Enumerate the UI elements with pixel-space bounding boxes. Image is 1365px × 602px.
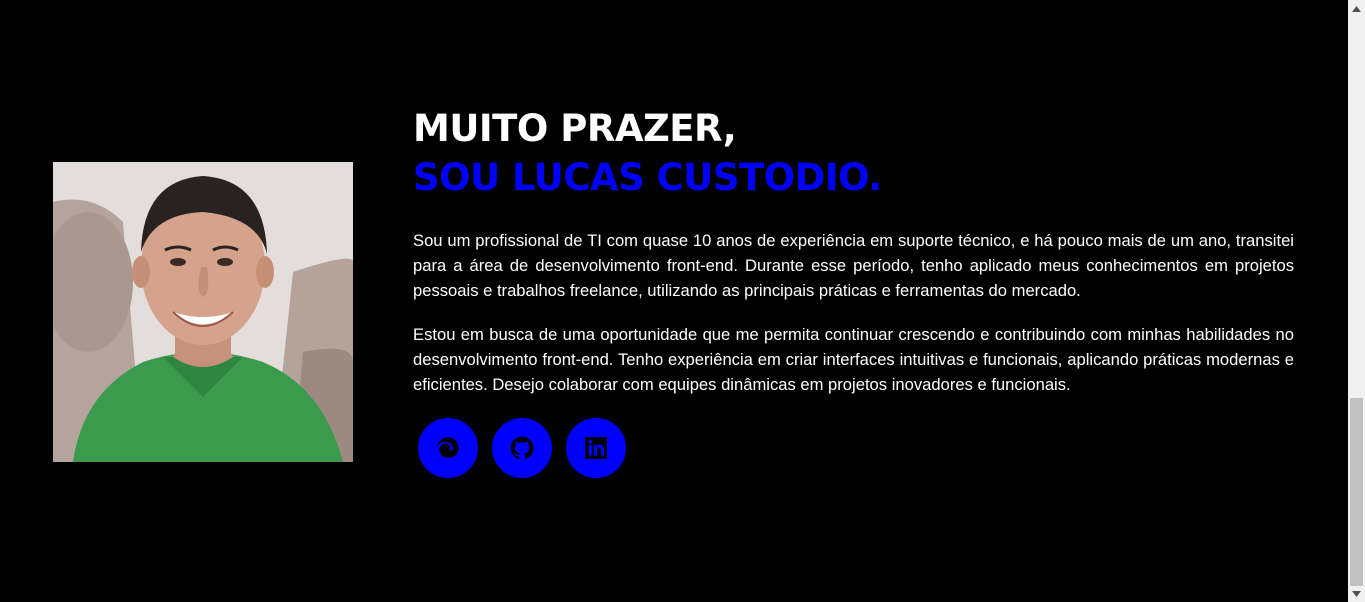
github-icon: [510, 436, 534, 459]
about-heading: MUITO PRAZER, SOU LUCAS CUSTODIO.: [413, 104, 1294, 202]
profile-photo-image: [53, 162, 353, 462]
linkedin-icon: [585, 437, 607, 459]
scrollbar-thumb[interactable]: [1350, 398, 1363, 586]
profile-photo: [53, 162, 353, 462]
about-paragraph-2: Estou em busca de uma oportunidade que m…: [413, 325, 1294, 394]
about-section: MUITO PRAZER, SOU LUCAS CUSTODIO. Sou um…: [0, 0, 1348, 602]
social-links: [418, 418, 1294, 478]
scroll-down-arrow-icon[interactable]: [1348, 585, 1365, 602]
page: MUITO PRAZER, SOU LUCAS CUSTODIO. Sou um…: [0, 0, 1365, 602]
portfolio-link-button[interactable]: [418, 418, 478, 478]
scroll-up-arrow-icon[interactable]: [1348, 0, 1365, 17]
github-link-button[interactable]: [492, 418, 552, 478]
linkedin-link-button[interactable]: [566, 418, 626, 478]
greeting-title: MUITO PRAZER,: [413, 107, 737, 150]
edge-browser-icon: [437, 437, 459, 458]
name-title: SOU LUCAS CUSTODIO.: [413, 156, 882, 199]
vertical-scrollbar[interactable]: [1348, 0, 1365, 602]
about-paragraph-1: Sou um profissional de TI com quase 10 a…: [413, 231, 1294, 300]
about-text: MUITO PRAZER, SOU LUCAS CUSTODIO. Sou um…: [413, 104, 1294, 478]
